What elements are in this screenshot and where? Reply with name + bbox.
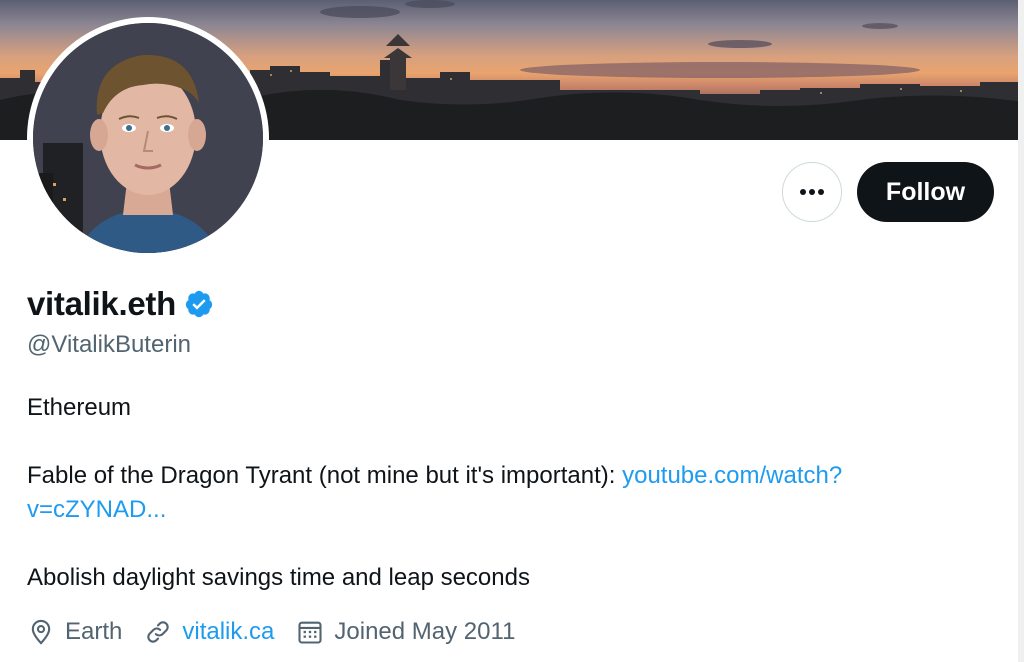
bio-line: Ethereum bbox=[27, 394, 132, 421]
bio-text: Fable of the Dragon Tyrant (not mine but… bbox=[27, 462, 623, 489]
location: Earth bbox=[27, 614, 122, 650]
calendar-icon bbox=[298, 621, 322, 644]
location-text: Earth bbox=[65, 618, 123, 645]
follow-button[interactable]: Follow bbox=[857, 162, 994, 222]
profile-meta: Earth vitalik.ca Joined May 2011 bbox=[27, 614, 537, 650]
page-edge bbox=[1018, 0, 1024, 662]
bio-line: Abolish daylight savings time and leap s… bbox=[27, 564, 530, 591]
bio: Ethereum Fable of the Dragon Tyrant (not… bbox=[27, 391, 987, 595]
joined: Joined May 2011 bbox=[296, 614, 515, 650]
profile-name-row: vitalik.eth bbox=[27, 284, 214, 324]
location-pin-icon bbox=[31, 619, 51, 645]
display-name: vitalik.eth bbox=[27, 285, 176, 322]
handle: @VitalikButerin bbox=[27, 331, 191, 358]
bio-line: Fable of the Dragon Tyrant (not mine but… bbox=[27, 459, 987, 527]
joined-text: Joined May 2011 bbox=[334, 618, 516, 645]
profile-photo bbox=[33, 23, 263, 253]
website[interactable]: vitalik.ca bbox=[144, 614, 274, 650]
verified-badge-icon[interactable] bbox=[184, 289, 214, 319]
more-options-button[interactable] bbox=[782, 162, 842, 222]
link-icon bbox=[147, 621, 170, 643]
more-icon bbox=[800, 189, 824, 195]
avatar[interactable] bbox=[33, 23, 263, 253]
website-link[interactable]: vitalik.ca bbox=[182, 614, 274, 650]
